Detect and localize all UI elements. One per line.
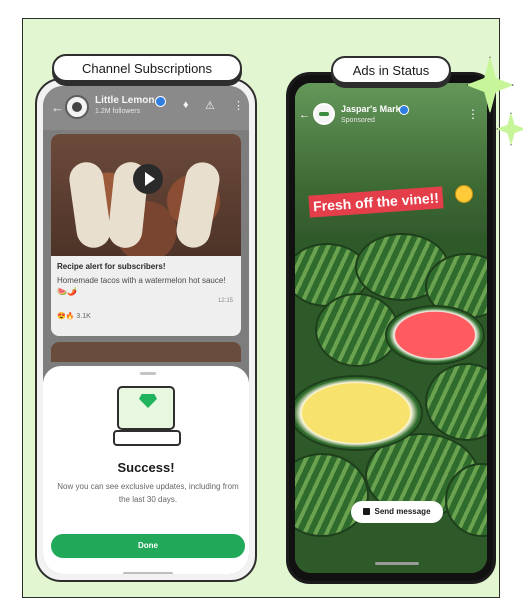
gem-icon (139, 394, 157, 408)
account-avatar[interactable] (313, 103, 335, 125)
illustration-base (113, 430, 181, 446)
taco-left (67, 160, 113, 250)
reaction-emoji-icon: 😍🔥 (57, 313, 75, 320)
verified-badge-icon (399, 105, 409, 115)
channel-header: ← Little Lemon 1.2M followers ♦ ⚠ ⋮ (43, 86, 249, 130)
success-message: Now you can see exclusive updates, inclu… (57, 482, 239, 504)
sheet-drag-handle[interactable] (140, 372, 156, 375)
back-arrow-icon[interactable]: ← (299, 109, 310, 121)
account-subtitle: Sponsored (341, 117, 375, 124)
send-message-button[interactable]: Send message (351, 501, 443, 523)
post-body: Homemade tacos with a watermelon hot sau… (57, 276, 226, 296)
channel-post[interactable]: Recipe alert for subscribers! Homemade t… (51, 134, 241, 336)
send-message-label: Send message (374, 507, 431, 516)
play-icon[interactable] (133, 164, 163, 194)
back-arrow-icon[interactable]: ← (51, 100, 64, 115)
success-illustration (113, 384, 181, 448)
channel-subscriptions-phone: ← Little Lemon 1.2M followers ♦ ⚠ ⋮ Reci… (35, 78, 257, 582)
success-title: Success! (117, 460, 175, 475)
channel-screen: ← Little Lemon 1.2M followers ♦ ⚠ ⋮ Reci… (43, 86, 249, 574)
success-bottom-sheet: Success! Now you can see exclusive updat… (43, 366, 249, 574)
post-reactions[interactable]: 😍🔥 3.1K (57, 312, 91, 320)
status-screen: ← Jaspar's Market Sponsored ⋮ Fresh off … (295, 83, 487, 573)
watermelon-slice-yellow (295, 375, 423, 451)
mute-bell-icon[interactable]: ⚠ (205, 99, 215, 112)
taco-right (173, 159, 223, 251)
home-indicator (375, 562, 419, 565)
post-video-thumbnail[interactable] (51, 134, 241, 256)
reaction-count: 3.1K (76, 313, 91, 320)
label-ads-in-status: Ads in Status (331, 56, 451, 84)
verified-badge-icon (155, 96, 166, 107)
channel-avatar[interactable] (65, 95, 89, 119)
sparkle-icon (496, 112, 523, 146)
home-indicator (123, 572, 173, 574)
watermelon-slice-red (385, 305, 485, 365)
more-options-icon[interactable]: ⋮ (233, 99, 244, 112)
smiley-emoji-icon (455, 185, 473, 203)
post-title: Recipe alert for subscribers! (57, 262, 166, 271)
done-button[interactable]: Done (51, 534, 245, 558)
ads-in-status-phone: ← Jaspar's Market Sponsored ⋮ Fresh off … (286, 72, 496, 584)
message-icon (363, 508, 371, 515)
channel-name: Little Lemon (95, 95, 155, 106)
post-time: 12:15 (217, 298, 233, 304)
label-channel-subscriptions: Channel Subscriptions (52, 54, 242, 82)
next-post-preview (51, 342, 241, 362)
status-header: ← Jaspar's Market Sponsored ⋮ (295, 97, 487, 133)
diamond-icon[interactable]: ♦ (183, 99, 189, 111)
channel-followers: 1.2M followers (95, 108, 141, 115)
illustration-card (117, 386, 175, 430)
more-options-icon[interactable]: ⋮ (467, 107, 479, 121)
